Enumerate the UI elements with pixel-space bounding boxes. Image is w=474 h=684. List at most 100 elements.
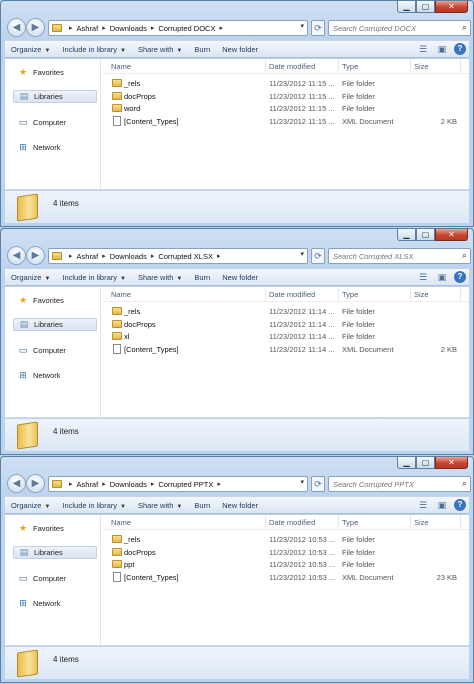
- back-button[interactable]: ◀: [7, 246, 26, 265]
- nav-item-network[interactable]: ⊞ Network: [17, 597, 60, 610]
- chevron-down-icon[interactable]: ▾: [300, 250, 304, 258]
- minimize-button[interactable]: ▁: [397, 1, 416, 13]
- address-bar[interactable]: ▸ Ashraf ▸ Downloads ▸ Corrupted XLSX ▸ …: [48, 248, 308, 264]
- preview-pane-icon[interactable]: ▣: [435, 43, 449, 55]
- breadcrumb-item[interactable]: Downloads: [110, 24, 147, 33]
- include-in-library-button[interactable]: Include in library ▼: [56, 501, 132, 510]
- file-row[interactable]: _rels 11/23/2012 11:14 ... File folder: [102, 305, 469, 318]
- help-icon[interactable]: ?: [454, 499, 466, 511]
- breadcrumb-item[interactable]: Ashraf: [77, 24, 99, 33]
- column-size[interactable]: Size: [414, 518, 429, 527]
- new-folder-button[interactable]: New folder: [216, 273, 264, 282]
- minimize-button[interactable]: ▁: [397, 229, 416, 241]
- file-row[interactable]: [Content_Types] 11/23/2012 10:53 ... XML D…: [102, 571, 469, 584]
- search-input[interactable]: [329, 21, 449, 35]
- breadcrumb-item[interactable]: Ashraf: [77, 252, 99, 261]
- maximize-button[interactable]: ▢: [416, 457, 435, 469]
- refresh-button[interactable]: ⟳: [311, 248, 325, 264]
- chevron-down-icon[interactable]: ▾: [300, 22, 304, 30]
- share-with-button[interactable]: Share with ▼: [132, 501, 188, 510]
- share-with-button[interactable]: Share with ▼: [132, 45, 188, 54]
- search-box[interactable]: ⌕: [328, 20, 471, 36]
- search-icon[interactable]: ⌕: [462, 478, 467, 489]
- help-icon[interactable]: ?: [454, 271, 466, 283]
- column-name[interactable]: Name: [111, 518, 131, 527]
- back-button[interactable]: ◀: [7, 474, 26, 493]
- column-size[interactable]: Size: [414, 62, 429, 71]
- view-options-icon[interactable]: ☰: [416, 499, 430, 511]
- address-bar[interactable]: ▸ Ashraf ▸ Downloads ▸ Corrupted PPTX ▸ …: [48, 476, 308, 492]
- burn-button[interactable]: Burn: [188, 273, 216, 282]
- chevron-down-icon[interactable]: ▾: [300, 478, 304, 486]
- nav-item-favorites[interactable]: ★ Favorites: [17, 66, 64, 79]
- file-row[interactable]: _rels 11/23/2012 11:15 ... File folder: [102, 77, 469, 90]
- nav-item-libraries[interactable]: ▤ Libraries: [13, 90, 97, 103]
- search-icon[interactable]: ⌕: [462, 22, 467, 33]
- view-options-icon[interactable]: ☰: [416, 271, 430, 283]
- address-bar[interactable]: ▸ Ashraf ▸ Downloads ▸ Corrupted DOCX ▸ …: [48, 20, 308, 36]
- close-button[interactable]: ✕: [435, 1, 468, 13]
- new-folder-button[interactable]: New folder: [216, 501, 264, 510]
- forward-button[interactable]: ▶: [26, 18, 45, 37]
- nav-item-libraries[interactable]: ▤ Libraries: [13, 318, 97, 331]
- file-row[interactable]: docProps 11/23/2012 11:14 ... File folder: [102, 318, 469, 331]
- nav-item-favorites[interactable]: ★ Favorites: [17, 522, 64, 535]
- close-button[interactable]: ✕: [435, 229, 468, 241]
- nav-item-computer[interactable]: ▭ Computer: [17, 116, 66, 129]
- nav-item-computer[interactable]: ▭ Computer: [17, 344, 66, 357]
- column-type[interactable]: Type: [342, 290, 358, 299]
- search-input[interactable]: [329, 249, 449, 263]
- back-button[interactable]: ◀: [7, 18, 26, 37]
- preview-pane-icon[interactable]: ▣: [435, 271, 449, 283]
- preview-pane-icon[interactable]: ▣: [435, 499, 449, 511]
- file-row[interactable]: [Content_Types] 11/23/2012 11:14 ... XML D…: [102, 343, 469, 356]
- column-date-modified[interactable]: Date modified: [269, 290, 315, 299]
- minimize-button[interactable]: ▁: [397, 457, 416, 469]
- column-size[interactable]: Size: [414, 290, 429, 299]
- refresh-button[interactable]: ⟳: [311, 476, 325, 492]
- search-box[interactable]: ⌕: [328, 476, 471, 492]
- column-date-modified[interactable]: Date modified: [269, 62, 315, 71]
- maximize-button[interactable]: ▢: [416, 1, 435, 13]
- nav-item-network[interactable]: ⊞ Network: [17, 141, 60, 154]
- view-options-icon[interactable]: ☰: [416, 43, 430, 55]
- column-name[interactable]: Name: [111, 290, 131, 299]
- breadcrumb-item[interactable]: Corrupted PPTX: [158, 480, 213, 489]
- include-in-library-button[interactable]: Include in library ▼: [56, 273, 132, 282]
- column-type[interactable]: Type: [342, 518, 358, 527]
- organize-button[interactable]: Organize ▼: [5, 45, 56, 54]
- nav-item-favorites[interactable]: ★ Favorites: [17, 294, 64, 307]
- file-row[interactable]: _rels 11/23/2012 10:53 ... File folder: [102, 533, 469, 546]
- file-row[interactable]: docProps 11/23/2012 10:53 ... File folder: [102, 546, 469, 559]
- column-date-modified[interactable]: Date modified: [269, 518, 315, 527]
- breadcrumb-item[interactable]: Corrupted DOCX: [158, 24, 215, 33]
- breadcrumb-item[interactable]: Downloads: [110, 480, 147, 489]
- maximize-button[interactable]: ▢: [416, 229, 435, 241]
- search-box[interactable]: ⌕: [328, 248, 471, 264]
- organize-button[interactable]: Organize ▼: [5, 501, 56, 510]
- file-row[interactable]: word 11/23/2012 11:15 ... File folder: [102, 102, 469, 115]
- organize-button[interactable]: Organize ▼: [5, 273, 56, 282]
- breadcrumb-item[interactable]: Ashraf: [77, 480, 99, 489]
- file-row[interactable]: xl 11/23/2012 11:14 ... File folder: [102, 330, 469, 343]
- breadcrumb-item[interactable]: Corrupted XLSX: [158, 252, 213, 261]
- burn-button[interactable]: Burn: [188, 45, 216, 54]
- search-input[interactable]: [329, 477, 449, 491]
- close-button[interactable]: ✕: [435, 457, 468, 469]
- include-in-library-button[interactable]: Include in library ▼: [56, 45, 132, 54]
- burn-button[interactable]: Burn: [188, 501, 216, 510]
- file-row[interactable]: [Content_Types] 11/23/2012 11:15 ... XML D…: [102, 115, 469, 128]
- file-row[interactable]: docProps 11/23/2012 11:15 ... File folder: [102, 90, 469, 103]
- forward-button[interactable]: ▶: [26, 474, 45, 493]
- search-icon[interactable]: ⌕: [462, 250, 467, 261]
- breadcrumb-item[interactable]: Downloads: [110, 252, 147, 261]
- column-type[interactable]: Type: [342, 62, 358, 71]
- forward-button[interactable]: ▶: [26, 246, 45, 265]
- nav-item-computer[interactable]: ▭ Computer: [17, 572, 66, 585]
- refresh-button[interactable]: ⟳: [311, 20, 325, 36]
- nav-item-libraries[interactable]: ▤ Libraries: [13, 546, 97, 559]
- new-folder-button[interactable]: New folder: [216, 45, 264, 54]
- share-with-button[interactable]: Share with ▼: [132, 273, 188, 282]
- help-icon[interactable]: ?: [454, 43, 466, 55]
- file-row[interactable]: ppt 11/23/2012 10:53 ... File folder: [102, 558, 469, 571]
